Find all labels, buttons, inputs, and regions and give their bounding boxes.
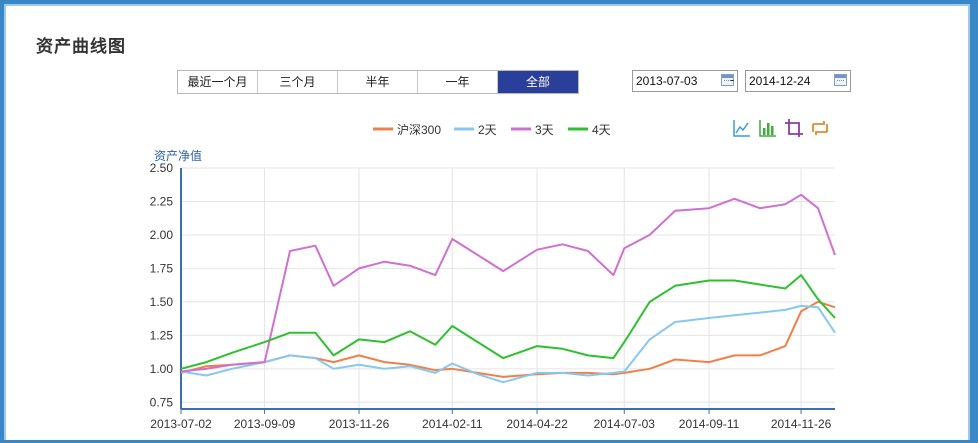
range-tabs: 最近一个月 三个月 半年 一年 全部 bbox=[177, 70, 579, 94]
end-date-input[interactable]: 2014-12-24 bbox=[745, 70, 851, 92]
stack-icon[interactable] bbox=[784, 118, 804, 138]
tab-three-months[interactable]: 三个月 bbox=[258, 71, 338, 93]
end-date-value: 2014-12-24 bbox=[749, 74, 811, 88]
tab-all[interactable]: 全部 bbox=[498, 71, 578, 93]
tiled-icon[interactable] bbox=[810, 118, 830, 138]
start-date-value: 2013-07-03 bbox=[636, 74, 698, 88]
tab-last-month[interactable]: 最近一个月 bbox=[178, 71, 258, 93]
calendar-icon[interactable] bbox=[834, 74, 847, 86]
chart-toolbox bbox=[732, 118, 830, 138]
bar-chart-icon[interactable] bbox=[758, 118, 778, 138]
tab-half-year[interactable]: 半年 bbox=[338, 71, 418, 93]
line-chart-icon[interactable] bbox=[732, 118, 752, 138]
date-separator: - bbox=[730, 72, 735, 87]
panel-title: 资产曲线图 bbox=[36, 37, 126, 57]
tab-one-year[interactable]: 一年 bbox=[418, 71, 498, 93]
start-date-input[interactable]: 2013-07-03 bbox=[632, 70, 738, 92]
